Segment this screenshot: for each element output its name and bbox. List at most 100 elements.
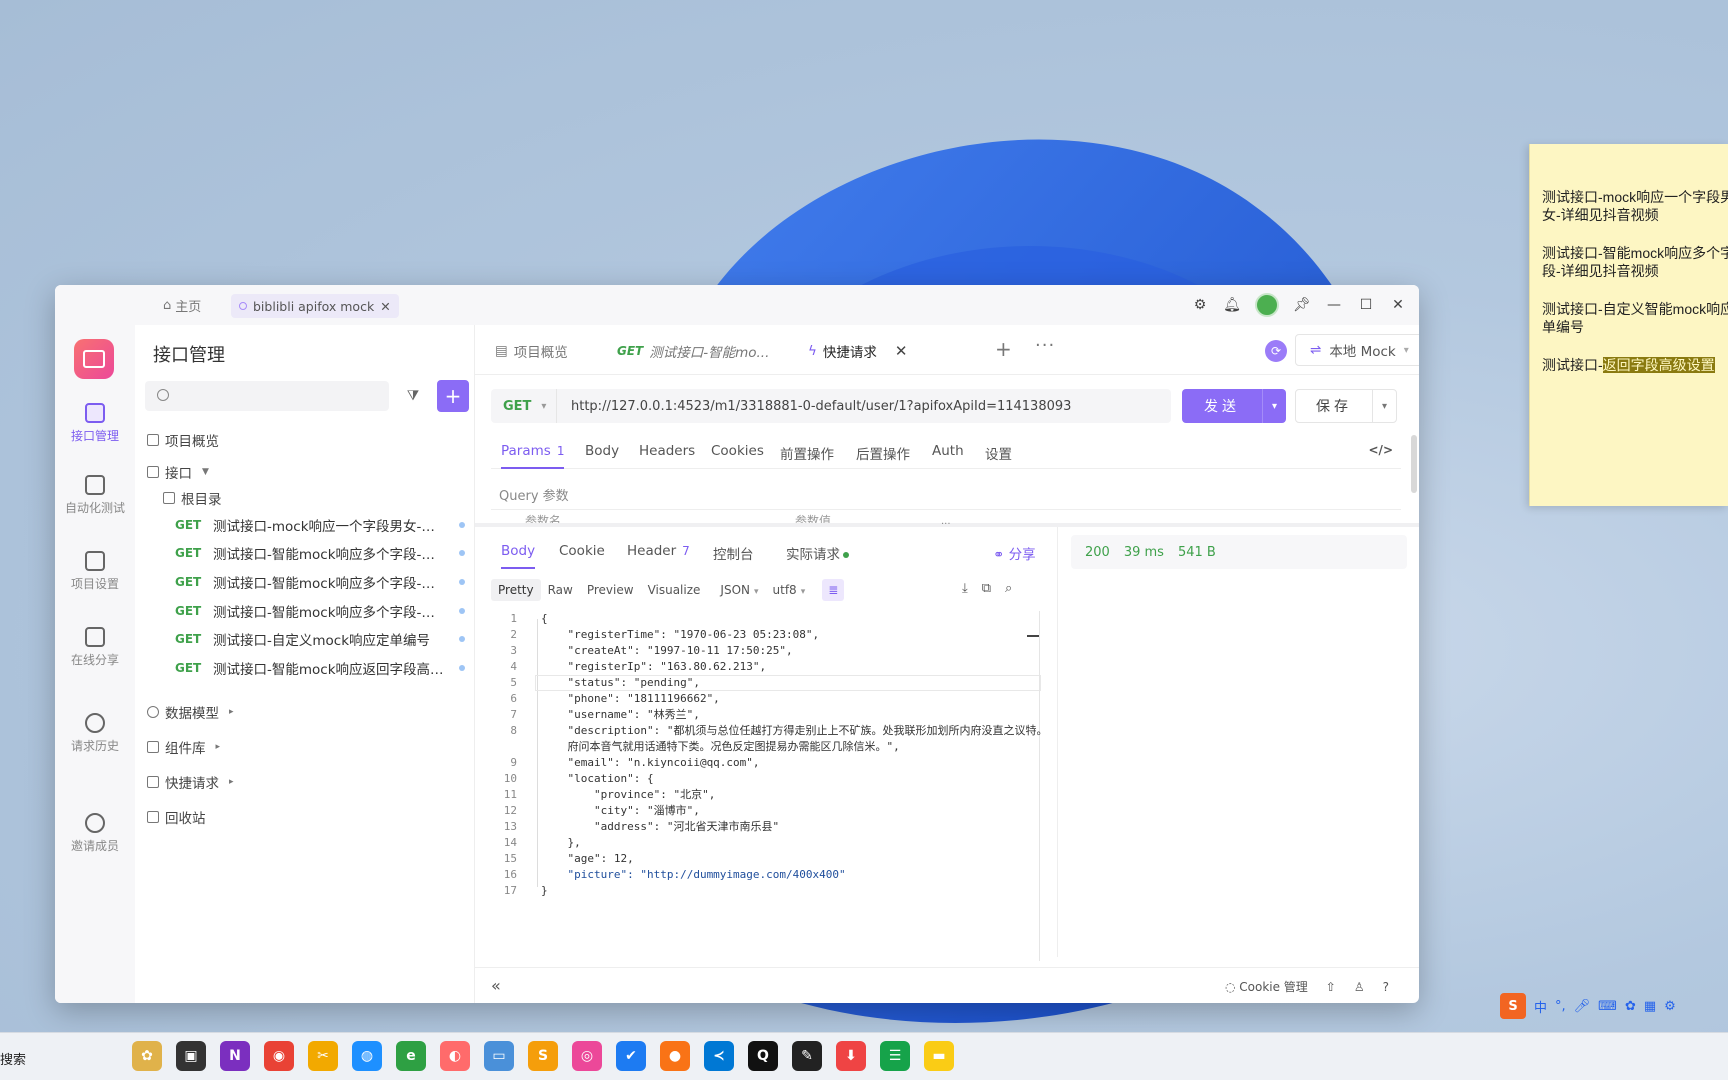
sogou-icon[interactable]: S [1500, 993, 1526, 1019]
vscode-icon[interactable]: ≺ [704, 1041, 734, 1071]
new-tab-button[interactable]: + [995, 337, 1012, 361]
tab-actual-request[interactable]: 实际请求 [786, 543, 849, 563]
tab-cookies[interactable]: Cookies [711, 443, 764, 459]
filter-icon[interactable]: ⧩ [399, 381, 427, 411]
chat-icon[interactable]: ◍ [352, 1041, 382, 1071]
api-item[interactable]: GET 测试接口-智能mock响应多个字段-详细见抖音视频 [175, 543, 465, 563]
upload-icon[interactable]: ⇧ [1326, 980, 1336, 994]
method-select[interactable]: GET ▾ [491, 389, 557, 423]
language-select[interactable]: JSON ▾ [713, 579, 765, 601]
search-icon[interactable]: ⌕ [1005, 581, 1012, 596]
tab-settings[interactable]: 设置 [985, 443, 1012, 463]
cookie-manager-button[interactable]: ◌ Cookie 管理 [1225, 978, 1308, 995]
api-item[interactable]: GET 测试接口-自定义mock响应定单编号 [175, 629, 465, 649]
sublime-icon[interactable]: S [528, 1041, 558, 1071]
tab-pre-ops[interactable]: 前置操作 [780, 443, 834, 463]
format-visualize[interactable]: Visualize [641, 579, 708, 601]
remote-desktop-icon[interactable]: ▭ [484, 1041, 514, 1071]
rail-invite[interactable]: 邀请成员 [55, 813, 135, 854]
url-input[interactable]: http://127.0.0.1:4523/m1/3318881-0-defau… [557, 399, 1071, 414]
rail-automation[interactable]: 自动化测试 [55, 475, 135, 516]
rail-api-management[interactable]: 接口管理 [55, 403, 135, 444]
qq-icon[interactable]: Q [748, 1041, 778, 1071]
maximize-icon[interactable]: ☐ [1357, 296, 1375, 314]
game-icon[interactable]: ● [660, 1041, 690, 1071]
tab-response-cookie[interactable]: Cookie [559, 543, 605, 559]
tree-root-folder[interactable]: 根目录 [163, 488, 222, 508]
save-button[interactable]: 保存 ▾ [1295, 389, 1397, 423]
tab-response-header[interactable]: Header 7 [627, 543, 690, 559]
tree-recycle[interactable]: 回收站 [147, 807, 206, 827]
encoding-select[interactable]: utf8 ▾ [766, 579, 813, 601]
snipping-icon[interactable]: ✂ [308, 1041, 338, 1071]
copy-icon[interactable]: ⧉ [982, 581, 991, 596]
microphone-icon[interactable]: 🎤︎ [1574, 999, 1591, 1014]
wrap-lines-icon[interactable]: ≣ [822, 579, 845, 601]
format-raw[interactable]: Raw [541, 579, 580, 601]
color-picker-icon[interactable]: ◐ [440, 1041, 470, 1071]
tab-post-ops[interactable]: 后置操作 [856, 443, 910, 463]
tree-components[interactable]: 组件库 ▸ [147, 737, 220, 757]
close-icon[interactable]: ✕ [895, 342, 908, 360]
drag-handle-icon[interactable]: ··· [941, 519, 951, 530]
sidebar-search-input[interactable] [145, 381, 389, 411]
bell-icon[interactable]: 🔔︎ [1223, 296, 1241, 314]
tab-project-overview[interactable]: ▤ 项目概览 [495, 341, 568, 361]
tab-params[interactable]: Params 1 [501, 443, 565, 469]
rail-online-share[interactable]: 在线分享 [55, 627, 135, 668]
rail-history[interactable]: 请求历史 [55, 713, 135, 754]
tab-console[interactable]: 控制台 [713, 543, 754, 563]
share-button[interactable]: ⚭ 分享 [993, 543, 1036, 563]
toolbox-icon[interactable]: ▦ [1644, 999, 1656, 1014]
help-icon[interactable]: ? [1383, 980, 1389, 994]
file-explorer-icon[interactable]: ▬ [924, 1041, 954, 1071]
more-tabs-button[interactable]: ··· [1035, 335, 1055, 356]
pin-app-icon[interactable]: ⬇ [836, 1041, 866, 1071]
format-pretty[interactable]: Pretty [491, 579, 541, 601]
close-icon[interactable]: ✕ [380, 299, 390, 314]
taskbar-search[interactable]: 搜索 [0, 1041, 120, 1073]
notepad-icon[interactable]: ☰ [880, 1041, 910, 1071]
environment-select[interactable]: ⇌ 本地 Mock ▾ [1295, 334, 1419, 366]
api-item[interactable]: GET 测试接口-mock响应一个字段男女-详细见抖音视频 [175, 515, 465, 535]
keyboard-icon[interactable]: ⌨ [1598, 999, 1617, 1014]
editor-scroll-thumb[interactable] [1027, 635, 1039, 637]
rail-project-settings[interactable]: 项目设置 [55, 551, 135, 592]
response-editor[interactable]: 1 {2 "registerTime": "1970-06-23 05:23:08… [491, 611, 1047, 961]
send-button[interactable]: 发送 ▾ [1182, 389, 1286, 423]
home-tab[interactable]: ⌂ 主页 [163, 296, 201, 315]
tree-data-model[interactable]: 数据模型 ▸ [147, 702, 234, 722]
project-tab[interactable]: biblibli apifox mock ✕ [231, 294, 399, 318]
widgets-icon[interactable]: ✿ [132, 1041, 162, 1071]
onenote-icon[interactable]: N [220, 1041, 250, 1071]
panel-splitter[interactable]: ··· [475, 519, 1419, 530]
tree-quick-request[interactable]: 快捷请求 ▸ [147, 772, 234, 792]
avatar[interactable] [1255, 293, 1279, 317]
window-close-icon[interactable]: ✕ [1389, 296, 1407, 314]
api-item[interactable]: GET 测试接口-智能mock响应多个字段-详细见抖音视频 [175, 572, 465, 592]
gear-icon[interactable]: ⚙ [1191, 296, 1209, 314]
sync-icon[interactable]: ⟳ [1265, 340, 1287, 362]
tab-body[interactable]: Body [585, 443, 619, 459]
ime-settings-icon[interactable]: ⚙ [1664, 999, 1676, 1014]
minimize-icon[interactable]: — [1325, 296, 1343, 314]
sticky-note[interactable]: 测试接口-mock响应一个字段男女-详细见抖音视频 测试接口-智能mock响应多… [1529, 144, 1728, 506]
task-view-icon[interactable]: ▣ [176, 1041, 206, 1071]
format-preview[interactable]: Preview [580, 579, 641, 601]
tab-headers[interactable]: Headers [639, 443, 695, 459]
chrome-icon[interactable]: ◉ [264, 1041, 294, 1071]
notes-icon[interactable]: ✎ [792, 1041, 822, 1071]
collapse-icon[interactable]: « [491, 976, 501, 995]
api-item[interactable]: GET 测试接口-智能mock响应多个字段-详细见抖音视频 [175, 601, 465, 621]
skin-icon[interactable]: ✿ [1625, 999, 1636, 1014]
tab-quick-request[interactable]: ϟ 快捷请求 ✕ [808, 341, 907, 361]
shirt-icon[interactable]: ♙ [1354, 980, 1365, 994]
api-item[interactable]: GET 测试接口-智能mock响应返回字段高级设置 [175, 658, 465, 678]
tree-api-group[interactable]: 接口 ▼ [147, 462, 209, 482]
apifox-icon[interactable]: ◎ [572, 1041, 602, 1071]
chevron-down-icon[interactable]: ▾ [1372, 390, 1396, 422]
ime-language[interactable]: 中 [1534, 997, 1547, 1016]
editor-scrollbar[interactable] [1039, 611, 1040, 961]
add-button[interactable]: + [437, 380, 469, 412]
scrollbar[interactable] [1411, 435, 1417, 493]
